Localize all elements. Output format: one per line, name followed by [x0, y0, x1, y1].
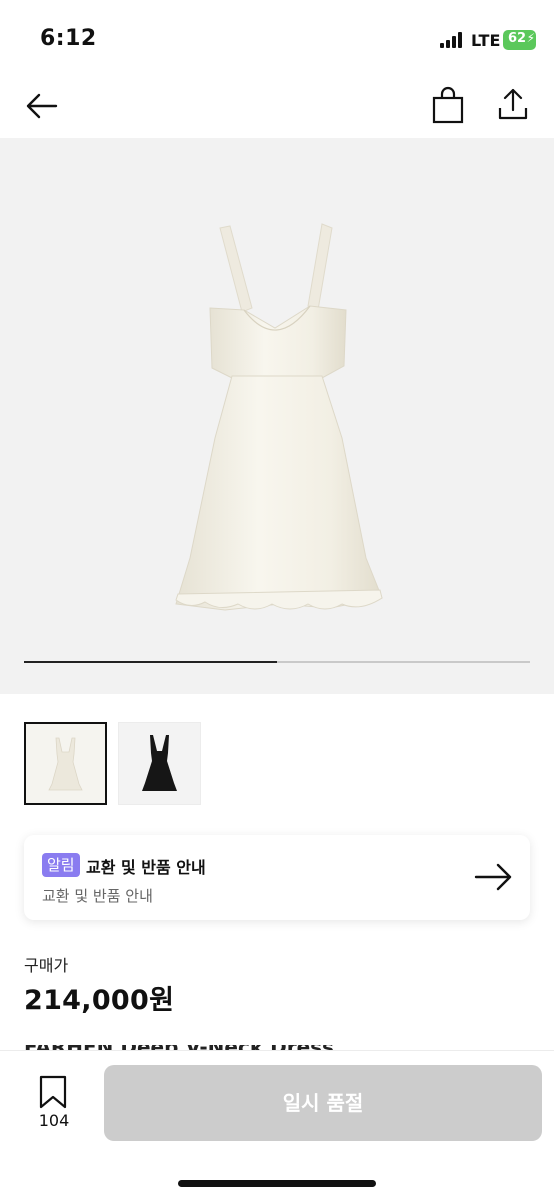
battery-icon: 62 ⚡ — [503, 30, 536, 50]
bookmark-button[interactable]: 104 — [32, 1075, 76, 1135]
back-button[interactable] — [22, 86, 62, 126]
arrow-left-icon — [26, 93, 58, 119]
status-time: 6:12 — [40, 26, 97, 51]
gallery-progress-track — [24, 661, 530, 663]
status-bar: 6:12 LTE 62 ⚡ — [0, 0, 554, 80]
shopping-bag-button[interactable] — [429, 86, 467, 126]
product-image — [175, 223, 383, 611]
price-label: 구매가 — [24, 956, 69, 975]
exchange-return-notice[interactable]: 알림 교환 및 반품 안내 교환 및 반품 안내 — [24, 835, 530, 920]
bookmark-icon — [39, 1075, 67, 1109]
product-image-gallery[interactable] — [0, 138, 554, 694]
thumbnail-image — [119, 723, 200, 804]
share-button[interactable] — [494, 84, 532, 126]
charging-bolt-icon: ⚡ — [526, 31, 535, 45]
thumbnail-ivory-dress[interactable] — [24, 722, 107, 805]
notice-title: 교환 및 반품 안내 — [86, 858, 206, 877]
notice-badge: 알림 — [42, 853, 80, 877]
thumbnail-black-dress[interactable] — [118, 722, 201, 805]
shopping-bag-icon — [432, 86, 464, 124]
sold-out-button[interactable]: 일시 품절 — [104, 1065, 542, 1141]
share-icon — [498, 88, 528, 120]
home-indicator — [178, 1180, 376, 1187]
carrier-label: LTE — [471, 31, 501, 50]
bookmark-count: 104 — [38, 1111, 70, 1130]
price-value: 214,000원 — [24, 985, 175, 1016]
notice-subtitle: 교환 및 반품 안내 — [42, 887, 153, 905]
product-detail-page: 6:12 LTE 62 ⚡ 알림 교환 및 반품 안내 교환 및 반품 안내 구… — [0, 0, 554, 1200]
bottom-action-bar: 104 일시 품절 — [0, 1050, 554, 1200]
thumbnail-image — [26, 724, 105, 803]
arrow-right-icon — [474, 863, 512, 891]
signal-icon — [440, 32, 466, 48]
gallery-progress-fill — [24, 661, 277, 663]
